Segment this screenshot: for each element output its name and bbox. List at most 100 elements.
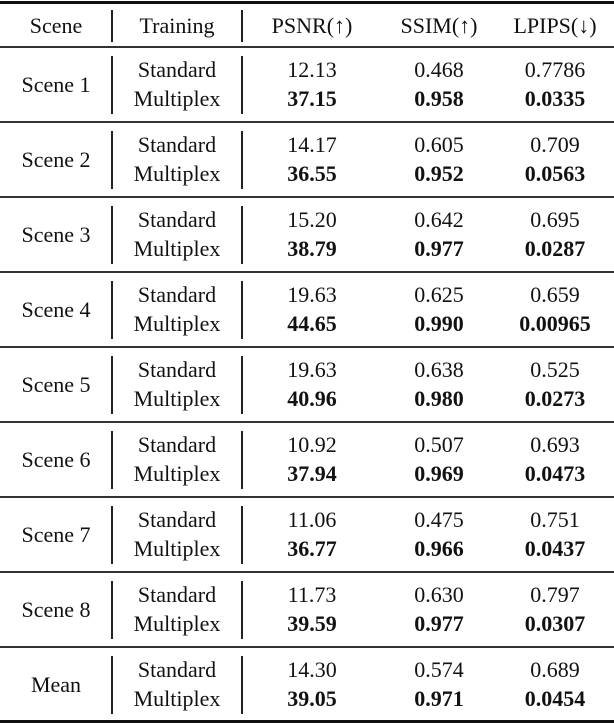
scene-label: Scene 7 [21,522,91,547]
header-lpips: LPIPS(↓) [513,13,597,38]
training-standard: Standard [137,132,217,157]
training-standard: Standard [137,657,217,682]
psnr-standard: 12.13 [287,57,337,82]
scene-group: Scene 5 Standard 19.63 0.638 0.525 Multiplex 4… [0,348,614,421]
psnr-standard: 15.20 [287,207,337,232]
training-standard: Standard [137,357,217,382]
training-multiplex: Multiplex [133,161,221,186]
ssim-multiplex: 0.971 [414,686,464,711]
lpips-standard: 0.659 [530,282,580,307]
scene-label: Scene 2 [21,147,91,172]
training-multiplex: Multiplex [133,311,221,336]
scene-group: Scene 1 Standard 12.13 0.468 0.7786 Multiplex… [0,48,614,121]
lpips-multiplex: 0.00965 [519,311,591,336]
lpips-multiplex: 0.0287 [524,236,586,261]
ssim-standard: 0.475 [414,507,464,532]
column-divider [111,581,113,639]
psnr-standard: 14.30 [287,657,337,682]
ssim-multiplex: 0.980 [414,386,464,411]
header-training: Training [139,13,215,38]
scene-group: Scene 8 Standard 11.73 0.630 0.797 Multiplex 3… [0,573,614,646]
psnr-multiplex: 37.94 [287,461,337,486]
training-multiplex: Multiplex [133,236,221,261]
column-divider [111,506,113,564]
lpips-multiplex: 0.0437 [524,536,586,561]
table-top-rule [0,1,614,4]
column-divider [111,56,113,114]
ssim-multiplex: 0.977 [414,236,464,261]
training-multiplex: Multiplex [133,86,221,111]
lpips-standard: 0.693 [530,432,580,457]
ssim-multiplex: 0.990 [414,311,464,336]
psnr-multiplex: 39.59 [287,611,337,636]
column-divider [241,656,243,714]
scene-label: Scene 4 [21,297,91,322]
lpips-standard: 0.7786 [524,57,586,82]
ssim-standard: 0.630 [414,582,464,607]
ssim-multiplex: 0.958 [414,86,464,111]
psnr-standard: 11.06 [287,507,337,532]
column-divider [241,356,243,414]
ssim-standard: 0.605 [414,132,464,157]
header-scene: Scene [29,13,83,38]
ssim-standard: 0.574 [414,657,464,682]
ssim-multiplex: 0.977 [414,611,464,636]
column-divider [111,131,113,189]
psnr-multiplex: 38.79 [287,236,337,261]
scene-label: Scene 8 [21,597,91,622]
training-multiplex: Multiplex [133,536,221,561]
lpips-standard: 0.525 [530,357,580,382]
header-ssim: SSIM(↑) [400,13,478,38]
ssim-standard: 0.625 [414,282,464,307]
lpips-multiplex: 0.0307 [524,611,586,636]
lpips-standard: 0.751 [530,507,580,532]
scene-group: Scene 2 Standard 14.17 0.605 0.709 Multiplex 3… [0,123,614,196]
psnr-multiplex: 39.05 [287,686,337,711]
column-divider [241,431,243,489]
table-header-row: Scene Training PSNR(↑) SSIM(↑) LPIPS(↓) [0,8,614,44]
column-divider [111,206,113,264]
scene-group: Scene 7 Standard 11.06 0.475 0.751 Multiplex 3… [0,498,614,571]
column-divider [111,656,113,714]
lpips-multiplex: 0.0563 [524,161,586,186]
column-divider [241,281,243,339]
psnr-multiplex: 40.96 [287,386,337,411]
column-divider [241,206,243,264]
scene-label: Scene 3 [21,222,91,247]
ssim-standard: 0.507 [414,432,464,457]
training-multiplex: Multiplex [133,686,221,711]
ssim-standard: 0.642 [414,207,464,232]
table-bottom-rule [0,720,614,723]
lpips-multiplex: 0.0335 [524,86,586,111]
training-multiplex: Multiplex [133,386,221,411]
ssim-multiplex: 0.966 [414,536,464,561]
column-divider [111,356,113,414]
psnr-multiplex: 37.15 [287,86,337,111]
lpips-standard: 0.695 [530,207,580,232]
lpips-standard: 0.709 [530,132,580,157]
scene-label: Scene 1 [21,72,91,97]
psnr-multiplex: 36.77 [287,536,337,561]
ssim-multiplex: 0.969 [414,461,464,486]
training-multiplex: Multiplex [133,461,221,486]
ssim-multiplex: 0.952 [414,161,464,186]
training-standard: Standard [137,57,217,82]
psnr-standard: 14.17 [287,132,337,157]
lpips-standard: 0.689 [530,657,580,682]
scene-label: Mean [30,672,82,697]
training-standard: Standard [137,207,217,232]
ssim-standard: 0.638 [414,357,464,382]
training-standard: Standard [137,282,217,307]
training-multiplex: Multiplex [133,611,221,636]
psnr-standard: 19.63 [287,357,337,382]
scene-label: Scene 5 [21,372,91,397]
psnr-standard: 11.73 [287,582,337,607]
ssim-standard: 0.468 [414,57,464,82]
scene-group: Mean Standard 14.30 0.574 0.689 Multiplex 39.0… [0,648,614,721]
header-psnr: PSNR(↑) [271,13,353,38]
psnr-standard: 19.63 [287,282,337,307]
column-divider [241,581,243,639]
psnr-standard: 10.92 [287,432,337,457]
lpips-standard: 0.797 [530,582,580,607]
column-divider [241,56,243,114]
